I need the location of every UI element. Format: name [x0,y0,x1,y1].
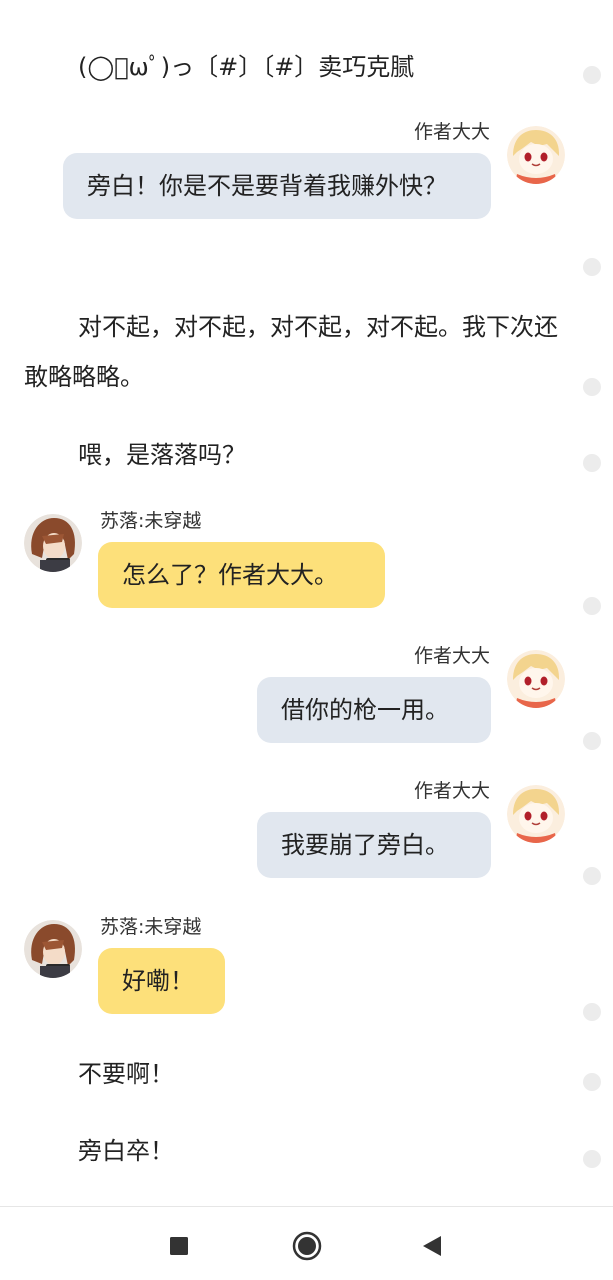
paragraph-comment-dot[interactable] [583,1073,601,1091]
speaker-name: 作者大大 [413,645,490,667]
paragraph-comment-dot[interactable] [583,378,601,396]
speaker-name: 苏落:未穿越 [100,916,202,938]
narration-line: 喂，是落落吗？ [78,441,246,469]
narration-line: 对不起，对不起，对不起，对不起。我下次还敢略略略。 [24,313,558,391]
author-message-bubble[interactable]: 旁白！你是不是要背着我赚外快？ [63,153,491,219]
recents-button[interactable] [162,1229,196,1263]
character-message-bubble[interactable]: 怎么了？作者大大。 [98,542,385,608]
author-avatar-image [507,126,565,184]
chat-story-screen: (◯ﾟωﾟ)っ〔#〕〔#〕卖巧克腻 作者大大 旁白！你是不是要背着我赚外快？ 对… [0,0,613,1280]
paragraph-comment-dot[interactable] [583,258,601,276]
character-avatar-image [24,920,82,978]
paragraph-comment-dot[interactable] [583,597,601,615]
speaker-name: 作者大大 [413,121,490,143]
paragraph-comment-dot[interactable] [583,454,601,472]
paragraph-comment-dot[interactable] [583,867,601,885]
author-message-bubble[interactable]: 借你的枪一用。 [257,677,491,743]
square-recents-icon [170,1237,188,1255]
author-avatar[interactable] [507,650,565,708]
character-avatar-image [24,514,82,572]
author-avatar-image [507,785,565,843]
speaker-name: 作者大大 [413,780,490,802]
character-avatar[interactable] [24,920,82,978]
system-navigation-bar [0,1206,613,1280]
paragraph-comment-dot[interactable] [583,1003,601,1021]
paragraph-comment-dot[interactable] [583,1150,601,1168]
paragraph-comment-dot[interactable] [583,732,601,750]
author-avatar[interactable] [507,126,565,184]
triangle-back-icon [423,1236,441,1256]
character-message-bubble[interactable]: 好嘞！ [98,948,225,1014]
character-avatar[interactable] [24,514,82,572]
back-button[interactable] [415,1229,449,1263]
author-avatar[interactable] [507,785,565,843]
author-avatar-image [507,650,565,708]
author-message-bubble[interactable]: 我要崩了旁白。 [257,812,491,878]
circle-home-icon [292,1231,322,1261]
narration-line: (◯ﾟωﾟ)っ〔#〕〔#〕卖巧克腻 [78,53,415,81]
speaker-name: 苏落:未穿越 [100,510,202,532]
narration-line: 不要啊！ [78,1060,174,1088]
home-button[interactable] [290,1229,324,1263]
paragraph-comment-dot[interactable] [583,66,601,84]
narration-line: 旁白卒！ [78,1137,174,1165]
